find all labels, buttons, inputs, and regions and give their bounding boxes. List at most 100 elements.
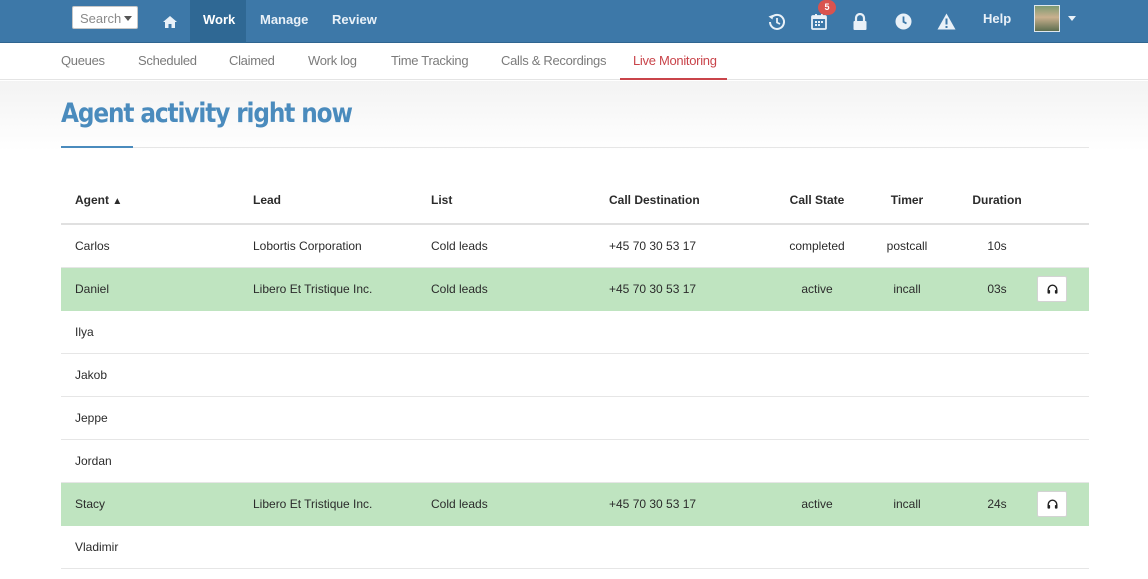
- cell-lead: [253, 525, 431, 569]
- cell-call-state: [777, 439, 857, 483]
- cell-call-destination: +45 70 30 53 17: [609, 482, 777, 526]
- tab-claimed[interactable]: Claimed: [229, 43, 275, 80]
- column-header-call-state: Call State: [777, 177, 857, 225]
- cell-call-destination: +45 70 30 53 17: [609, 224, 777, 268]
- cell-duration: 24s: [957, 482, 1037, 526]
- cell-duration: [957, 353, 1037, 397]
- history-button[interactable]: [760, 0, 794, 43]
- column-header-timer: Timer: [857, 177, 957, 225]
- cell-call-destination: +45 70 30 53 17: [609, 267, 777, 311]
- sub-navigation: Queues Scheduled Claimed Work log Time T…: [0, 43, 1148, 80]
- cell-duration: [957, 396, 1037, 440]
- cell-lead: Libero Et Tristique Inc.: [253, 482, 431, 526]
- history-icon: [768, 13, 785, 30]
- tab-scheduled[interactable]: Scheduled: [138, 43, 197, 80]
- chevron-down-icon[interactable]: [1068, 16, 1076, 21]
- cell-agent: Jeppe: [61, 396, 253, 440]
- cell-agent: Vladimir: [61, 525, 253, 569]
- cell-list: Cold leads: [431, 267, 609, 311]
- table-row: Jeppe: [61, 396, 1089, 440]
- cell-call-state: active: [777, 267, 857, 311]
- nav-review[interactable]: Review: [332, 0, 377, 43]
- agent-activity-table: Agent ▲ Lead List Call Destination Call …: [61, 177, 1089, 569]
- cell-list: Cold leads: [431, 482, 609, 526]
- cell-actions: [1037, 267, 1089, 311]
- cell-list: [431, 439, 609, 483]
- cell-timer: postcall: [857, 224, 957, 268]
- tab-work-log[interactable]: Work log: [308, 43, 357, 80]
- cell-timer: [857, 396, 957, 440]
- column-header-agent[interactable]: Agent ▲: [61, 177, 253, 225]
- column-header-duration: Duration: [957, 177, 1037, 225]
- nav-manage[interactable]: Manage: [260, 0, 308, 43]
- cell-agent: Carlos: [61, 224, 253, 268]
- alerts-button[interactable]: [929, 0, 963, 43]
- cell-agent: Daniel: [61, 267, 253, 311]
- table-row: Carlos Lobortis Corporation Cold leads +…: [61, 224, 1089, 268]
- tab-calls-recordings[interactable]: Calls & Recordings: [501, 43, 606, 80]
- active-tab-indicator: [620, 78, 727, 80]
- cell-list: [431, 525, 609, 569]
- cell-call-destination: [609, 353, 777, 397]
- cell-lead: Lobortis Corporation: [253, 224, 431, 268]
- cell-duration: [957, 310, 1037, 354]
- headphones-icon: [1047, 284, 1057, 294]
- cell-call-state: [777, 525, 857, 569]
- cell-lead: [253, 310, 431, 354]
- cell-lead: [253, 439, 431, 483]
- user-avatar[interactable]: [1034, 5, 1060, 32]
- cell-agent: Jordan: [61, 439, 253, 483]
- home-icon: [163, 15, 177, 28]
- cell-duration: 10s: [957, 224, 1037, 268]
- top-navbar: Search Work Manage Review 5 Help: [0, 0, 1148, 43]
- table-row: Stacy Libero Et Tristique Inc. Cold lead…: [61, 482, 1089, 526]
- cell-actions: [1037, 353, 1089, 397]
- cell-lead: [253, 353, 431, 397]
- cell-lead: Libero Et Tristique Inc.: [253, 267, 431, 311]
- cell-timer: [857, 353, 957, 397]
- clock-button[interactable]: [886, 0, 920, 43]
- lock-icon: [853, 13, 867, 30]
- tab-queues[interactable]: Queues: [61, 43, 105, 80]
- help-link[interactable]: Help: [983, 0, 1011, 43]
- column-header-actions: [1037, 177, 1089, 225]
- cell-call-state: active: [777, 482, 857, 526]
- clock-icon: [895, 13, 911, 30]
- search-dropdown[interactable]: Search: [72, 6, 138, 29]
- cell-actions: [1037, 224, 1089, 268]
- cell-call-destination: [609, 439, 777, 483]
- listen-in-button[interactable]: [1037, 275, 1067, 302]
- cell-list: [431, 353, 609, 397]
- cell-actions: [1037, 482, 1089, 526]
- tab-live-monitoring[interactable]: Live Monitoring: [633, 43, 717, 80]
- cell-duration: [957, 439, 1037, 483]
- table-row: Jakob: [61, 353, 1089, 397]
- column-header-call-destination: Call Destination: [609, 177, 777, 225]
- cell-call-state: [777, 310, 857, 354]
- cell-list: [431, 396, 609, 440]
- cell-agent: Jakob: [61, 353, 253, 397]
- table-row: Ilya: [61, 310, 1089, 354]
- cell-list: [431, 310, 609, 354]
- title-divider: [61, 147, 1089, 148]
- agent-header-label: Agent: [75, 193, 109, 207]
- cell-lead: [253, 396, 431, 440]
- cell-call-destination: [609, 310, 777, 354]
- chevron-down-icon: [124, 16, 132, 21]
- tab-time-tracking[interactable]: Time Tracking: [391, 43, 469, 80]
- cell-timer: [857, 310, 957, 354]
- cell-actions: [1037, 439, 1089, 483]
- cell-actions: [1037, 396, 1089, 440]
- cell-call-destination: [609, 396, 777, 440]
- lock-button[interactable]: [843, 0, 877, 43]
- headphones-icon: [1047, 499, 1057, 509]
- cell-agent: Stacy: [61, 482, 253, 526]
- cell-actions: [1037, 525, 1089, 569]
- sort-ascending-icon: ▲: [112, 196, 123, 207]
- cell-timer: [857, 439, 957, 483]
- table-row: Jordan: [61, 439, 1089, 483]
- listen-in-button[interactable]: [1037, 490, 1067, 517]
- nav-work[interactable]: Work: [190, 0, 246, 43]
- cell-call-state: completed: [777, 224, 857, 268]
- home-link[interactable]: [150, 0, 190, 43]
